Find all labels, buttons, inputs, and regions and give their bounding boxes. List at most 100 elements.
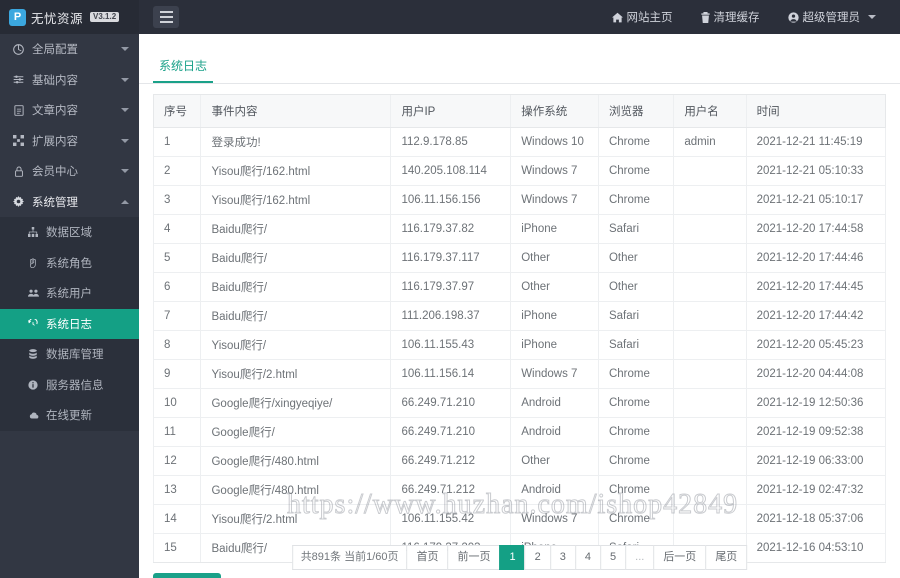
cell-event: Yisou爬行/ xyxy=(200,330,391,360)
top-right-links: 网站主页 清理缓存 超级管理员 xyxy=(598,9,900,25)
cell-ip: 116.179.37.97 xyxy=(390,272,511,302)
brand-title: 无忧资源 xyxy=(31,11,84,26)
cell-time: 2021-12-20 04:44:08 xyxy=(745,359,887,389)
table-row[interactable]: 14 Yisou爬行/2.html 106.11.155.42 Windows 7 Ch… xyxy=(152,504,887,534)
pagination-page-2[interactable]: 2 xyxy=(524,544,550,570)
table-row[interactable]: 6 Baidu爬行/116.179.37.97 Other Other 2021-12-… xyxy=(152,272,887,302)
pagination-page-4[interactable]: 4 xyxy=(574,544,601,570)
table-row[interactable]: 2 Yisou爬行/162.html 140.205.108.114 Windows … xyxy=(152,156,887,186)
cell-username xyxy=(673,243,747,273)
pagination-last-page[interactable]: 尾页 xyxy=(705,544,748,570)
sidebar-item-global-config-label: 全局配置 xyxy=(32,44,78,57)
cell-username xyxy=(673,301,747,331)
column-header-username: 用户名 xyxy=(673,94,747,128)
sitemap-icon xyxy=(26,227,40,238)
sidebar-submenu-system-management: 数据区域 系统角色 系统用户 系统日志 数据库管理 服务器信息 在线更新 xyxy=(0,217,139,431)
cell-browser: Chrome xyxy=(597,446,674,476)
brand-area[interactable]: P 无忧资源 V3.1.2 xyxy=(0,0,139,34)
table-header-row: 序号 事件内容 用户IP 操作系统 浏览器 用户名 时间 xyxy=(152,94,887,128)
cell-browser: Chrome xyxy=(597,185,674,215)
cell-time: 2021-12-18 05:37:06 xyxy=(745,504,887,534)
sidebar-item-basic-content[interactable]: 基础内容 xyxy=(0,65,139,96)
cell-event: Yisou爬行/2.html xyxy=(200,504,391,534)
cell-time: 2021-12-20 17:44:45 xyxy=(745,272,887,302)
sidebar-item-article-content-label: 文章内容 xyxy=(32,105,78,118)
cell-os: iPhone xyxy=(510,301,599,331)
cell-time: 2021-12-19 12:50:36 xyxy=(745,388,887,418)
tab-system-log[interactable]: 系统日志 xyxy=(153,57,214,83)
sidebar-item-global-config[interactable]: 全局配置 xyxy=(0,34,139,65)
table-row[interactable]: 11 Google爬行/66.249.71.210 Android Chrome 202… xyxy=(152,417,887,447)
cell-username xyxy=(673,388,747,418)
globe-icon xyxy=(11,43,26,55)
tab-bar: 系统日志 xyxy=(139,52,900,84)
table-row[interactable]: 7 Baidu爬行/111.206.198.37 iPhone Safari 2021-… xyxy=(152,301,887,331)
column-header-event: 事件内容 xyxy=(200,94,391,128)
pagination-next-page[interactable]: 后一页 xyxy=(653,544,706,570)
clear-log-button[interactable]: 清空日志 xyxy=(153,573,221,578)
table-body: 1 登录成功! 112.9.178.85 Windows 10 Chrome admin 2… xyxy=(152,127,887,563)
top-link-user[interactable]: 超级管理员 xyxy=(774,9,891,25)
cell-browser: Chrome xyxy=(597,388,674,418)
user-circle-icon xyxy=(787,11,799,23)
pagination-page-3[interactable]: 3 xyxy=(549,544,575,570)
cell-time: 2021-12-19 09:52:38 xyxy=(745,417,887,447)
chevron-down-icon xyxy=(121,169,129,174)
table-row[interactable]: 12 Google爬行/480.html 66.249.71.212 Other Chr… xyxy=(152,446,887,476)
chevron-down-icon xyxy=(121,47,129,52)
cell-time: 2021-12-19 02:47:32 xyxy=(745,475,887,505)
cell-browser: Safari xyxy=(597,214,674,244)
sidebar-item-data-region[interactable]: 数据区域 xyxy=(0,217,139,248)
cell-time: 2021-12-16 04:53:10 xyxy=(745,533,887,563)
hamburger-menu-button[interactable] xyxy=(153,6,179,28)
pagination-page-1[interactable]: 1 xyxy=(499,544,525,570)
table-row[interactable]: 8 Yisou爬行/106.11.155.43 iPhone Safari 2021-1… xyxy=(152,330,887,360)
sidebar-item-system-management[interactable]: 系统管理 xyxy=(0,187,139,218)
table-row[interactable]: 3 Yisou爬行/162.html 106.11.156.156 Windows 7… xyxy=(152,185,887,215)
table-row[interactable]: 9 Yisou爬行/2.html 106.11.156.14 Windows 7 Chr… xyxy=(152,359,887,389)
top-link-home[interactable]: 网站主页 xyxy=(598,9,687,25)
sidebar-item-extension-content[interactable]: 扩展内容 xyxy=(0,126,139,157)
top-link-home-label: 网站主页 xyxy=(626,12,673,24)
table-row[interactable]: 10 Google爬行/xingyeqiye/66.249.71.210 Andro… xyxy=(152,388,887,418)
sidebar-item-server-info[interactable]: 服务器信息 xyxy=(0,370,139,401)
hamburger-line xyxy=(159,11,173,13)
column-header-browser: 浏览器 xyxy=(597,94,674,128)
pagination-prev-page[interactable]: 前一页 xyxy=(447,544,500,570)
sidebar-item-system-role[interactable]: 系统角色 xyxy=(0,248,139,279)
cell-browser: Chrome xyxy=(597,127,674,157)
sidebar-item-basic-content-label: 基础内容 xyxy=(32,74,78,87)
sidebar-item-online-update[interactable]: 在线更新 xyxy=(0,400,139,431)
sidebar-item-article-content[interactable]: 文章内容 xyxy=(0,95,139,126)
cell-os: Other xyxy=(510,272,599,302)
cell-event: Google爬行/480.html xyxy=(200,446,391,476)
table-row[interactable]: 13 Google爬行/480.html 66.249.71.212 Android C… xyxy=(152,475,887,505)
pagination-ellipsis: ... xyxy=(625,544,654,570)
log-table-container: 序号 事件内容 用户IP 操作系统 浏览器 用户名 时间 1 登录成功! 112.9.178.8… xyxy=(139,84,900,563)
cell-os: Windows 7 xyxy=(510,504,599,534)
cell-username xyxy=(673,446,747,476)
sidebar-item-system-user[interactable]: 系统用户 xyxy=(0,278,139,309)
cell-event: Yisou爬行/162.html xyxy=(200,185,391,215)
chevron-down-icon xyxy=(121,138,129,143)
sidebar-item-member-center[interactable]: 会员中心 xyxy=(0,156,139,187)
sidebar-item-system-log[interactable]: 系统日志 xyxy=(0,308,139,339)
table-row[interactable]: 1 登录成功! 112.9.178.85 Windows 10 Chrome admin 2… xyxy=(152,127,887,157)
sidebar-item-member-center-label: 会员中心 xyxy=(32,166,78,179)
cell-browser: Safari xyxy=(597,301,674,331)
pagination-first-page[interactable]: 首页 xyxy=(406,544,448,570)
top-link-clear-cache[interactable]: 清理缓存 xyxy=(687,9,774,25)
table-row[interactable]: 4 Baidu爬行/116.179.37.82 iPhone Safari 2021-1… xyxy=(152,214,887,244)
pagination-page-5[interactable]: 5 xyxy=(600,544,626,570)
cell-event: 登录成功! xyxy=(200,127,391,157)
cell-ip: 106.11.155.42 xyxy=(390,504,511,534)
brand-logo-icon: P xyxy=(9,8,26,26)
cell-time: 2021-12-20 05:45:23 xyxy=(745,330,887,360)
home-icon xyxy=(611,12,623,23)
cell-username xyxy=(673,504,747,534)
table-row[interactable]: 5 Baidu爬行/116.179.37.117 Other Other 2021-12… xyxy=(152,243,887,273)
cell-username xyxy=(673,359,747,389)
cell-seq: 8 xyxy=(152,330,201,360)
sidebar-item-system-role-label: 系统角色 xyxy=(46,257,92,270)
sidebar-item-database-management[interactable]: 数据库管理 xyxy=(0,339,139,370)
